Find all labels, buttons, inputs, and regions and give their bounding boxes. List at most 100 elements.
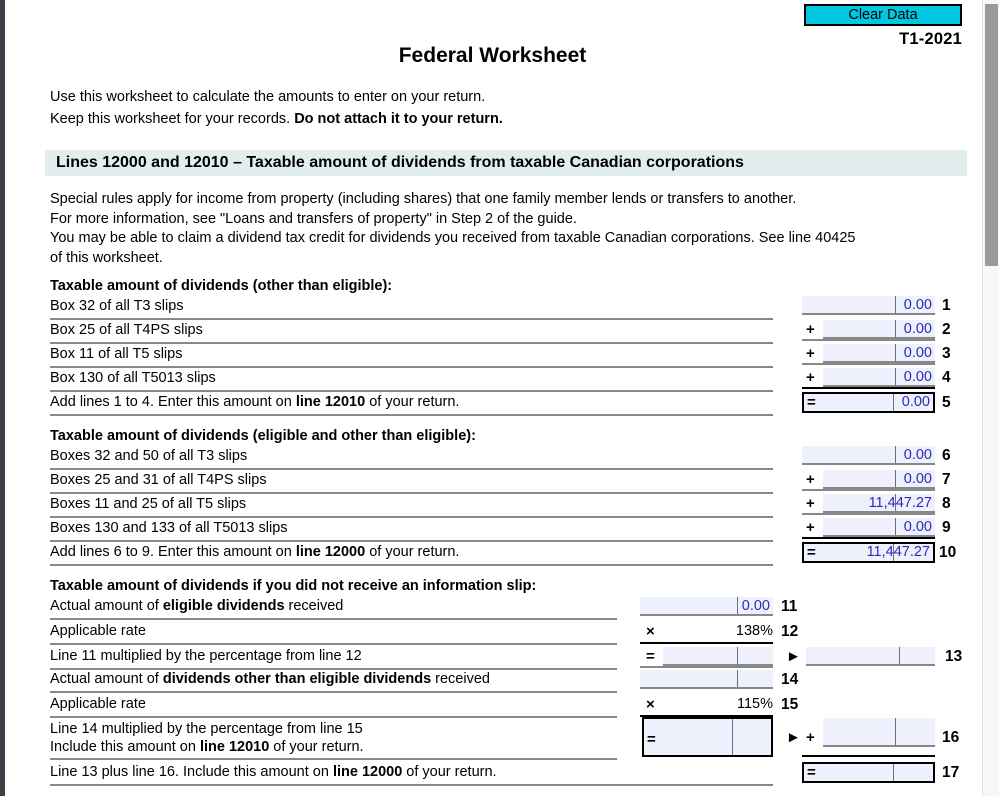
scrollbar-thumb[interactable]: [985, 4, 998, 266]
group2-row8-label: Boxes 11 and 25 of all T5 slips: [50, 496, 247, 512]
group2-row6-label: Boxes 32 and 50 of all T3 slips: [50, 448, 248, 464]
group2-row8-value: 11,447.27: [868, 495, 932, 511]
group3-row17-total-field[interactable]: =: [802, 762, 935, 783]
group3-row12-underline-field: [640, 642, 773, 644]
group3-row14-label-pre: Actual amount of: [50, 671, 163, 687]
cents-divider: [895, 296, 896, 313]
group3-row16-label-post2: of your return.: [269, 739, 364, 755]
cents-divider: [737, 597, 738, 614]
cents-divider: [895, 320, 896, 337]
group2-row9-label: Boxes 130 and 133 of all T5013 slips: [50, 520, 288, 536]
group2-row6-lineno: 6: [942, 447, 951, 464]
group1-row2-field[interactable]: 0.00: [823, 320, 935, 339]
group1-row4-operator: +: [806, 369, 815, 386]
group3-row12-label: Applicable rate: [50, 623, 146, 639]
group1-row4-field[interactable]: 0.00: [823, 368, 935, 387]
section-paragraph-1: Special rules apply for income from prop…: [50, 189, 960, 229]
group2-row7-underline: [50, 492, 773, 494]
group1-row1-field[interactable]: 0.00: [802, 296, 935, 315]
group1-row1-label: Box 32 of all T3 slips: [50, 298, 184, 314]
vertical-scrollbar[interactable]: [982, 0, 999, 796]
group3-row11-underline: [50, 618, 617, 620]
group2-row7-field[interactable]: 0.00: [823, 470, 935, 489]
group3-row15-lineno: 15: [781, 696, 799, 713]
group1-row2-lineno: 2: [942, 321, 951, 338]
group3-row16-operator-2: +: [806, 729, 815, 746]
group3-row15-label: Applicable rate: [50, 696, 146, 712]
intro-line-2: Keep this worksheet for your records. Do…: [50, 108, 950, 130]
group1-row5-lineno: 5: [942, 394, 951, 411]
group3-row13-underline: [50, 668, 617, 670]
section-paragraph-1-line-2: For more information, see "Loans and tra…: [50, 211, 577, 227]
group1-row3-field[interactable]: 0.00: [823, 344, 935, 363]
group3-row16-right-underline: [802, 755, 935, 757]
group3-row17-label-post: of your return.: [402, 764, 497, 780]
group2-row9-underline: [50, 540, 773, 542]
group3-row14-underline: [50, 691, 617, 693]
group2-row8-field[interactable]: 11,447.27: [823, 494, 935, 513]
group1-row2-operator: +: [806, 321, 815, 338]
group1-row4-value: 0.00: [903, 369, 932, 385]
group1-row5-label: Add lines 1 to 4. Enter this amount on l…: [50, 394, 459, 411]
group3-row14-field[interactable]: [640, 670, 773, 689]
group3-row13-field-right[interactable]: [806, 647, 935, 666]
group2-row10-label-post: of your return.: [365, 544, 460, 560]
group3-row12-operator: ×: [646, 623, 655, 640]
cents-divider: [895, 470, 896, 487]
group3-row15-underline: [50, 716, 617, 718]
clear-data-button[interactable]: Clear Data: [804, 4, 962, 26]
group1-row5-label-bold: line 12010: [295, 394, 366, 410]
group3-row16-label-pre2: Include this amount on: [50, 739, 200, 755]
page-title: Federal Worksheet: [398, 44, 587, 67]
group3-row14-label: Actual amount of dividends other than el…: [50, 671, 490, 688]
group3-row14-label-bold: dividends other than eligible dividends: [162, 671, 432, 687]
group2-row6-value: 0.00: [903, 447, 932, 463]
group2-row9-operator: +: [806, 519, 815, 536]
group2-row10-total-field[interactable]: = 11,447.27: [802, 542, 935, 563]
group3-row16-label: Line 14 multiplied by the percentage fro…: [50, 720, 364, 756]
cents-divider: [895, 368, 896, 385]
intro-line-1: Use this worksheet to calculate the amou…: [50, 89, 486, 105]
group2-row9-field[interactable]: 0.00: [823, 518, 935, 537]
group3-row13-field-left[interactable]: [663, 647, 773, 666]
arrow-right-icon: ►: [786, 729, 801, 746]
group3-row17-operator: =: [807, 764, 816, 781]
group3-row11-label-bold: eligible dividends: [162, 598, 285, 614]
group3-row16-field-left[interactable]: =: [642, 717, 773, 757]
group3-row11-field[interactable]: 0.00: [640, 597, 773, 616]
cents-divider: [895, 518, 896, 535]
section-paragraph-2-line-1: You may be able to claim a dividend tax …: [50, 230, 856, 246]
group2-row7-label: Boxes 25 and 31 of all T4PS slips: [50, 472, 267, 488]
intro-text: Use this worksheet to calculate the amou…: [50, 86, 950, 130]
group3-row16-operator: =: [647, 731, 656, 748]
group1-row3-value: 0.00: [903, 345, 932, 361]
group3-row17-lineno: 17: [942, 764, 960, 781]
group1-row3-lineno: 3: [942, 345, 951, 362]
group1-row5-underline: [50, 414, 773, 416]
group3-row13-lineno: 13: [945, 648, 963, 665]
group1-row5-label-pre: Add lines 1 to 4. Enter this amount on: [50, 394, 296, 410]
group1-row5-total-field[interactable]: = 0.00: [802, 392, 935, 413]
group1-row5-label-post: of your return.: [365, 394, 460, 410]
group2-row10-label-pre: Add lines 6 to 9. Enter this amount on: [50, 544, 296, 560]
group2-row10-lineno: 10: [939, 544, 957, 561]
intro-line-2-plain: Keep this worksheet for your records.: [50, 111, 295, 127]
group3-row16-field-right[interactable]: [823, 718, 935, 747]
group3-row15-operator: ×: [646, 696, 655, 713]
cents-divider: [737, 647, 738, 664]
group3-row14-lineno: 14: [781, 671, 799, 688]
group1-row2-field-underline: [802, 339, 935, 341]
group1-row2-underline: [50, 342, 773, 344]
group3-row17-label-pre: Line 13 plus line 16. Include this amoun…: [50, 764, 333, 780]
worksheet-page: Clear Data T1-2021 Federal Worksheet Use…: [0, 0, 999, 796]
cents-divider: [893, 394, 894, 411]
group3-row11-label-post: received: [284, 598, 344, 614]
section-header-label: Lines 12000 and 12010 – Taxable amount o…: [56, 154, 744, 171]
cents-divider: [732, 719, 733, 755]
group2-row10-value: 11,447.27: [866, 544, 930, 560]
group2-row7-value: 0.00: [903, 471, 932, 487]
group2-row6-field[interactable]: 0.00: [802, 446, 935, 465]
group3-row12-underline: [50, 643, 617, 645]
group2-title: Taxable amount of dividends (eligible an…: [50, 428, 476, 444]
group2-row7-field-underline: [802, 489, 935, 491]
